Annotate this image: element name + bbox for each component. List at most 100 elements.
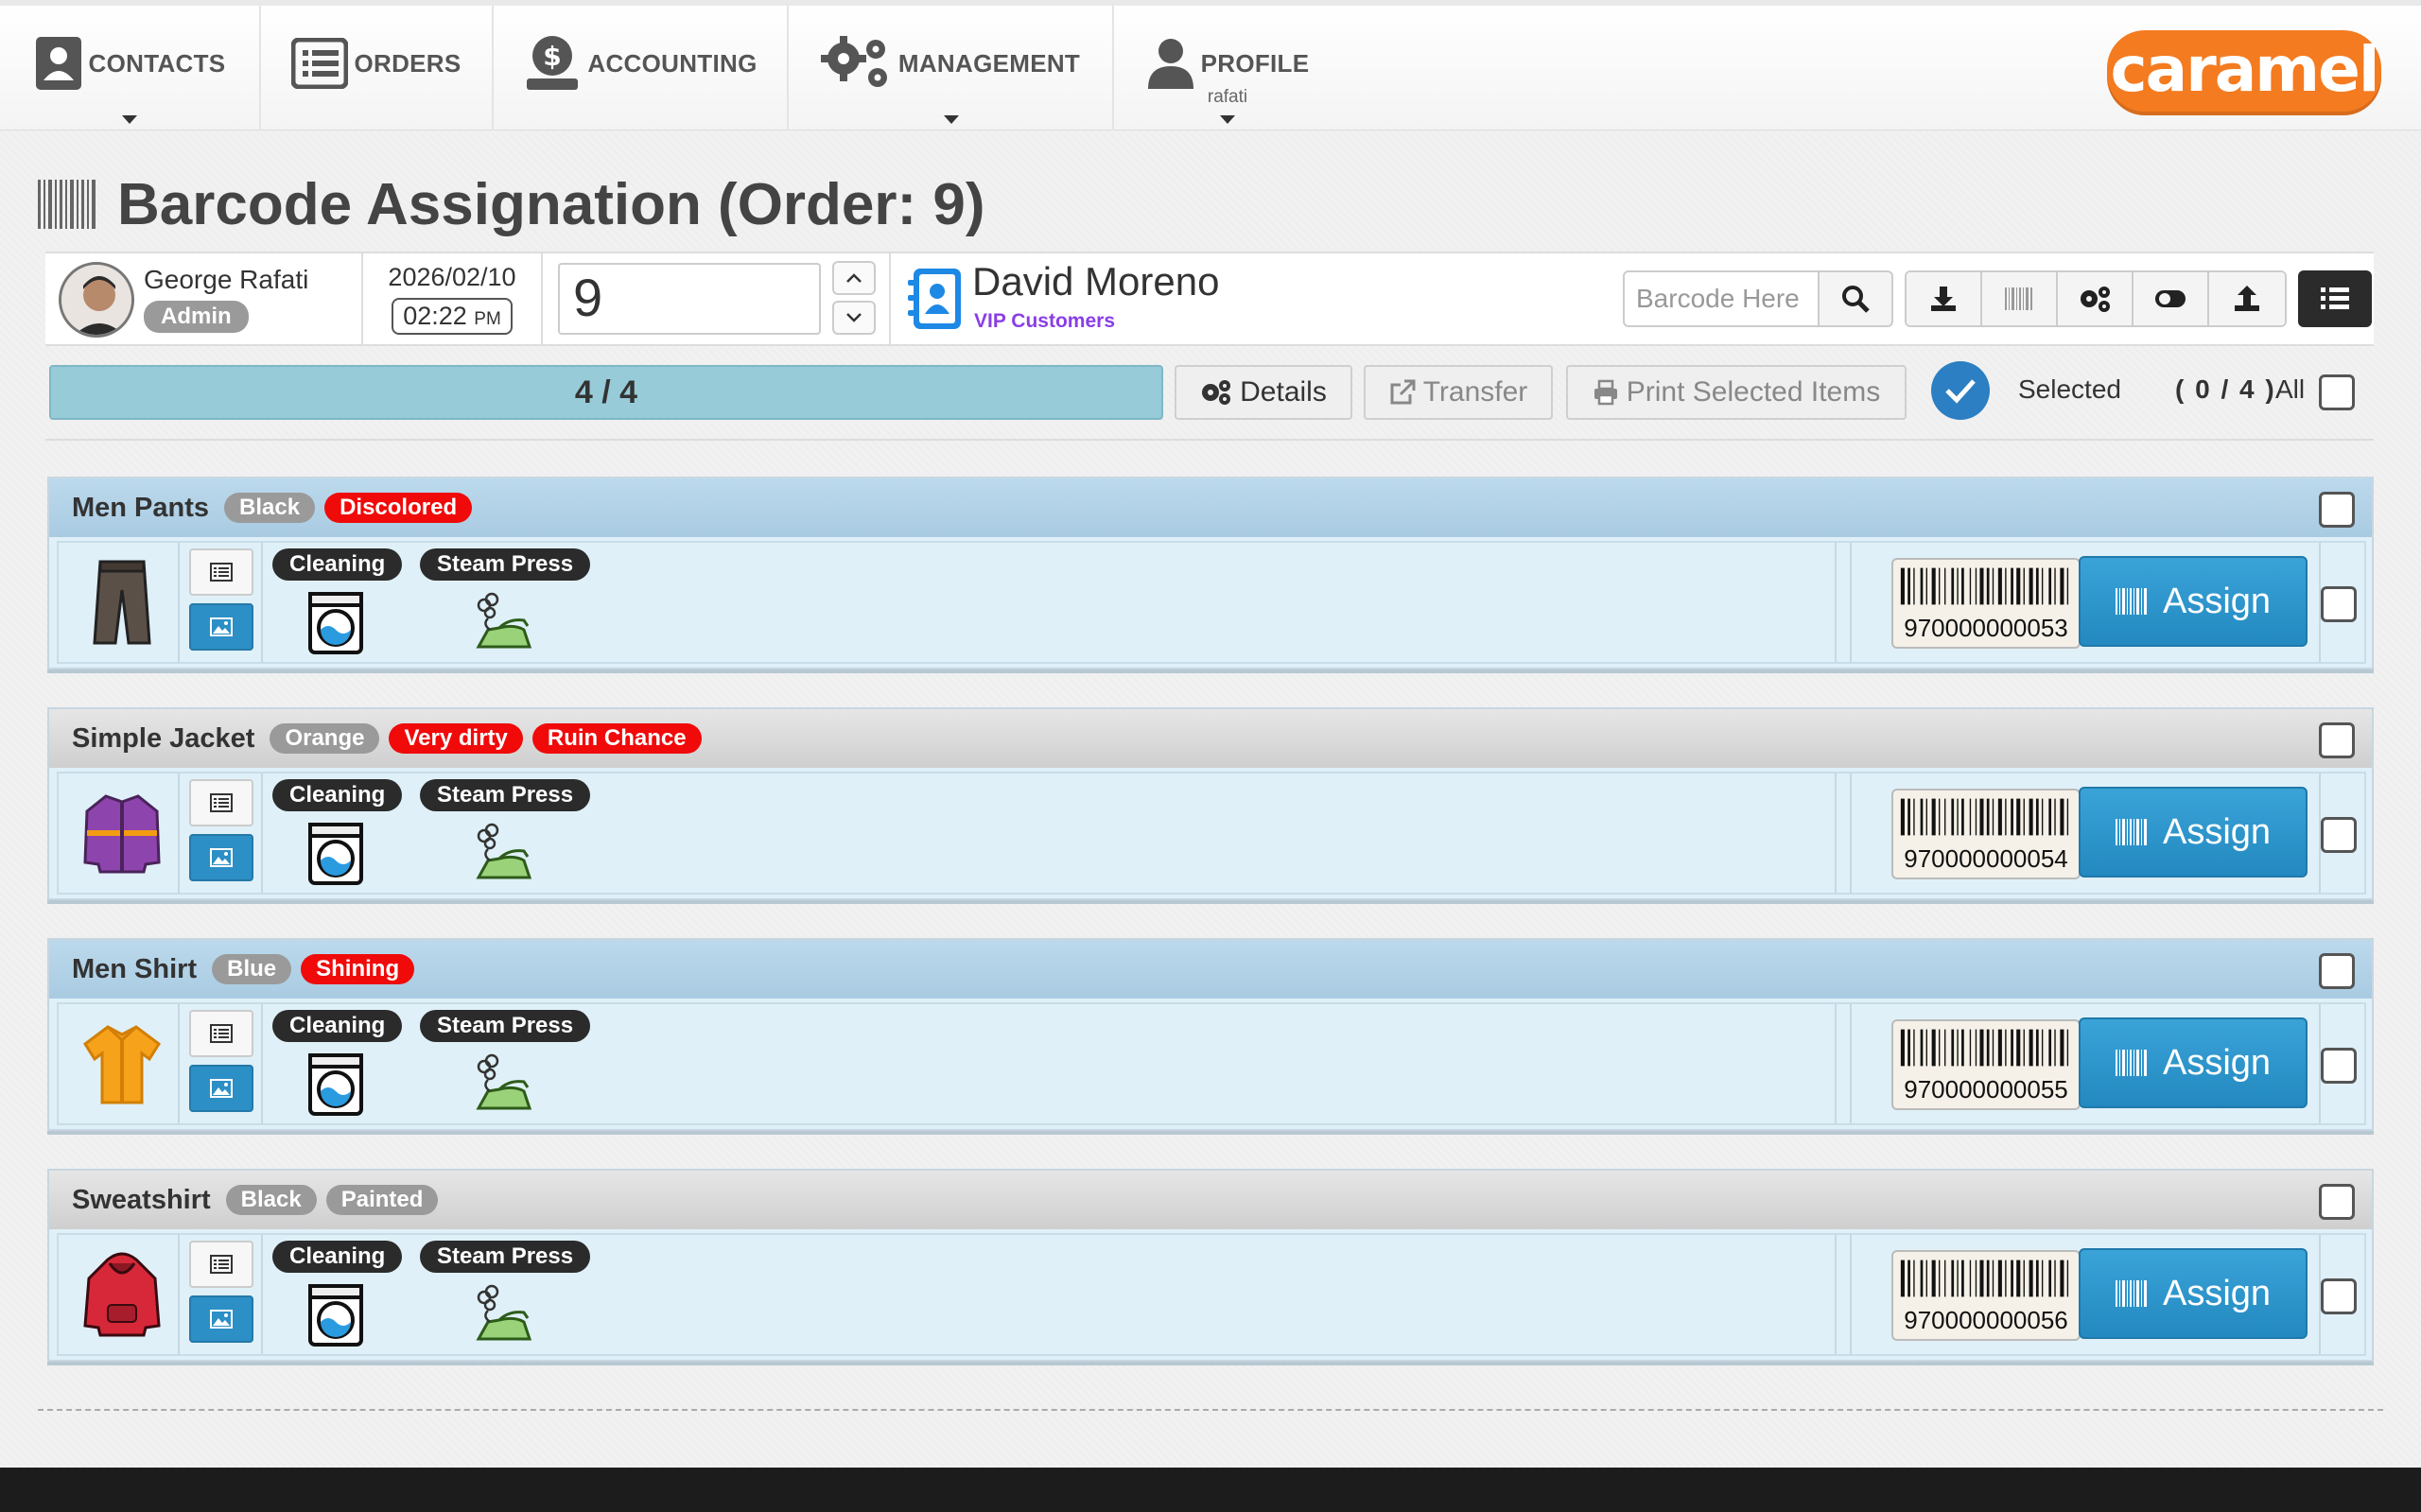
assign-label: Assign bbox=[2162, 1042, 2272, 1083]
item-notes-button[interactable] bbox=[189, 1241, 253, 1288]
barcode-icon bbox=[2115, 588, 2147, 615]
item-body: Cleaning Steam Press 970000000053 Assign bbox=[57, 541, 2366, 664]
order-time[interactable]: 02:22 PM bbox=[392, 298, 513, 335]
washing-machine-icon bbox=[306, 823, 365, 885]
list-icon bbox=[210, 563, 233, 582]
divider bbox=[1850, 773, 1852, 893]
nav-accounting-label: ACCOUNTING bbox=[587, 48, 758, 78]
toggle-icon bbox=[2155, 290, 2186, 307]
item-tag: Blue bbox=[212, 954, 292, 984]
toggle-button[interactable] bbox=[2134, 272, 2209, 325]
select-all-label: All bbox=[2275, 374, 2306, 404]
item-notes-button[interactable] bbox=[189, 548, 253, 596]
client-group: VIP Customers bbox=[974, 310, 1115, 332]
assign-button[interactable]: Assign bbox=[2079, 1248, 2308, 1339]
item-name: Simple Jacket bbox=[72, 722, 255, 754]
user-name: George Rafati bbox=[144, 265, 309, 294]
item-select-checkbox[interactable] bbox=[2321, 817, 2357, 853]
item-image-button[interactable] bbox=[189, 1065, 253, 1112]
service-badge: Steam Press bbox=[420, 1010, 591, 1042]
service-badge: Cleaning bbox=[272, 548, 403, 581]
item-body: Cleaning Steam Press 970000000054 Assign bbox=[57, 772, 2366, 895]
item-select-checkbox[interactable] bbox=[2321, 1278, 2357, 1314]
item-header-checkbox[interactable] bbox=[2319, 1184, 2355, 1220]
item-header-checkbox[interactable] bbox=[2319, 492, 2355, 528]
item-notes-button[interactable] bbox=[189, 779, 253, 826]
washing-machine-icon bbox=[306, 1053, 365, 1116]
item-tag: Ruin Chance bbox=[531, 723, 702, 754]
item-select-checkbox[interactable] bbox=[2321, 586, 2357, 622]
item-barcode[interactable]: 970000000055 bbox=[1891, 1019, 2081, 1110]
contacts-icon bbox=[35, 37, 81, 90]
barcode-number: 970000000055 bbox=[1904, 1075, 2068, 1104]
nav-orders[interactable]: ORDERS bbox=[261, 6, 494, 130]
settings-button[interactable] bbox=[2058, 272, 2134, 325]
search-button[interactable] bbox=[1818, 270, 1893, 327]
service-badge: Cleaning bbox=[272, 1241, 403, 1273]
transfer-button[interactable]: Transfer bbox=[1364, 365, 1553, 420]
select-all-checkbox[interactable] bbox=[2319, 374, 2355, 410]
divider bbox=[178, 1004, 180, 1123]
nav-contacts[interactable]: CONTACTS bbox=[0, 6, 261, 130]
page-title: Barcode Assignation (Order: 9) bbox=[117, 171, 985, 237]
washing-machine-icon bbox=[306, 592, 365, 654]
service-badge: Cleaning bbox=[272, 1010, 403, 1042]
orders-list-icon bbox=[291, 38, 349, 89]
item-header-checkbox[interactable] bbox=[2319, 953, 2355, 989]
item-header: Men Pants Black Discolored bbox=[49, 478, 2372, 537]
item-image-button[interactable] bbox=[189, 603, 253, 651]
steam-iron-icon bbox=[471, 823, 537, 885]
print-selected-button[interactable]: Print Selected Items bbox=[1566, 365, 1907, 420]
chevron-down-icon bbox=[846, 313, 862, 322]
order-date: 2026/02/10 bbox=[388, 263, 516, 291]
upload-icon bbox=[2235, 286, 2259, 311]
barcode-button[interactable] bbox=[1982, 272, 2058, 325]
accounting-icon: $ bbox=[527, 36, 579, 90]
caramel-logo[interactable]: caramel bbox=[2107, 30, 2381, 115]
avatar[interactable] bbox=[59, 262, 134, 338]
service-badge: Cleaning bbox=[272, 779, 403, 811]
role-badge: Admin bbox=[144, 301, 249, 333]
item-notes-button[interactable] bbox=[189, 1010, 253, 1057]
item-image-button[interactable] bbox=[189, 834, 253, 881]
assign-button[interactable]: Assign bbox=[2079, 787, 2308, 878]
upload-button[interactable] bbox=[2209, 272, 2285, 325]
assign-button[interactable]: Assign bbox=[2079, 1017, 2308, 1108]
nav-contacts-label: CONTACTS bbox=[88, 48, 226, 78]
item-barcode[interactable]: 970000000053 bbox=[1891, 558, 2081, 649]
order-increment-button[interactable] bbox=[832, 261, 876, 295]
chevron-up-icon bbox=[846, 273, 862, 283]
list-view-button[interactable] bbox=[2298, 270, 2372, 327]
image-icon bbox=[210, 1310, 233, 1329]
details-button[interactable]: Details bbox=[1175, 365, 1352, 420]
barcode-search-input[interactable]: Barcode Here bbox=[1623, 270, 1818, 327]
download-button[interactable] bbox=[1907, 272, 1982, 325]
divider bbox=[1835, 1235, 1837, 1354]
order-decrement-button[interactable] bbox=[832, 301, 876, 335]
item-barcode[interactable]: 970000000056 bbox=[1891, 1250, 2081, 1341]
item-tag: Discolored bbox=[324, 493, 473, 523]
item-image-button[interactable] bbox=[189, 1295, 253, 1343]
print-label: Print Selected Items bbox=[1626, 376, 1881, 408]
client-panel[interactable]: David Moreno VIP Customers bbox=[889, 253, 1381, 344]
steam-iron-icon bbox=[471, 592, 537, 654]
image-icon bbox=[210, 1079, 233, 1098]
gears-icon bbox=[820, 36, 887, 87]
item-header-checkbox[interactable] bbox=[2319, 722, 2355, 758]
nav-profile[interactable]: PROFILE rafati bbox=[1114, 6, 1341, 130]
service-badge: Steam Press bbox=[420, 779, 591, 811]
item-tag: Black bbox=[224, 493, 316, 523]
item-name: Sweatshirt bbox=[72, 1184, 211, 1215]
item-select-checkbox[interactable] bbox=[2321, 1048, 2357, 1084]
assign-button[interactable]: Assign bbox=[2079, 556, 2308, 647]
barcode-number: 970000000054 bbox=[1904, 844, 2068, 873]
selected-check-icon[interactable] bbox=[1931, 361, 1990, 420]
divider bbox=[45, 439, 2374, 441]
image-icon bbox=[210, 617, 233, 636]
barcode-icon bbox=[2115, 1280, 2147, 1307]
item-tag: Black bbox=[225, 1185, 317, 1215]
nav-management[interactable]: MANAGEMENT bbox=[789, 6, 1114, 130]
order-number-input[interactable]: 9 bbox=[558, 263, 821, 335]
nav-accounting[interactable]: $ ACCOUNTING bbox=[494, 6, 789, 130]
item-barcode[interactable]: 970000000054 bbox=[1891, 789, 2081, 879]
